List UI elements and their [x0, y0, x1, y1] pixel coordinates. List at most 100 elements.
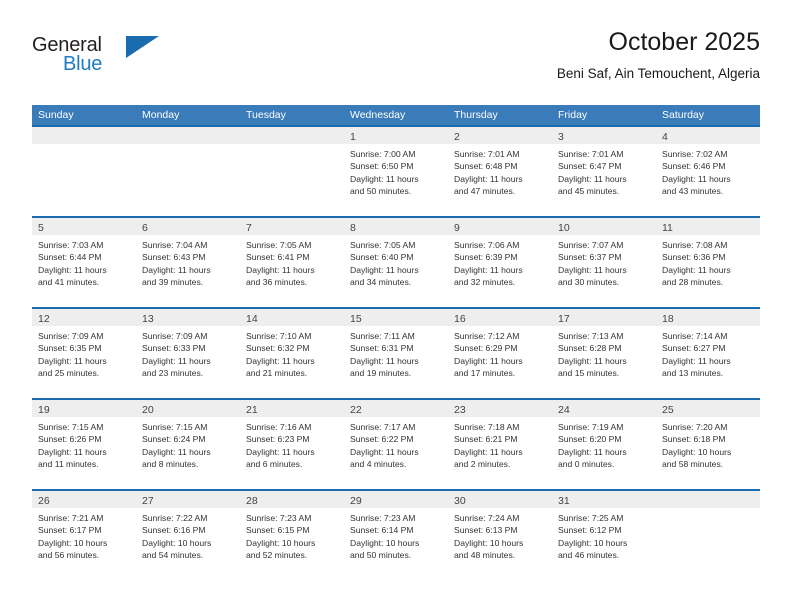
day-detail-line: and 39 minutes. [142, 277, 204, 288]
day-number-band: 29 [344, 491, 448, 508]
day-number-band: 17 [552, 309, 656, 326]
calendar-day-cell[interactable]: 26 Sunrise: 7:21 AM Sunset: 6:17 PM Dayligh… [32, 491, 136, 579]
calendar-day-cell[interactable]: 10 Sunrise: 7:07 AM Sunset: 6:37 PM Dayligh… [552, 218, 656, 307]
day-detail-line: Sunset: 6:36 PM [662, 252, 726, 263]
day-detail-text: Sunrise: 7:08 AM Sunset: 6:36 PM Daylight:… [656, 235, 760, 289]
day-detail-line: Sunset: 6:47 PM [558, 161, 622, 172]
day-detail-line: Daylight: 11 hours [350, 264, 419, 275]
calendar-day-cell[interactable]: 3 Sunrise: 7:01 AM Sunset: 6:47 PM Daylight… [552, 127, 656, 216]
day-detail-line: Daylight: 11 hours [350, 446, 419, 457]
day-detail-line: Daylight: 10 hours [38, 537, 108, 548]
day-number-band [240, 127, 344, 144]
calendar-day-cell[interactable]: 31 Sunrise: 7:25 AM Sunset: 6:12 PM Dayligh… [552, 491, 656, 579]
day-number: 1 [350, 131, 356, 143]
day-detail-text: Sunrise: 7:16 AM Sunset: 6:23 PM Daylight:… [240, 417, 344, 471]
day-number: 13 [142, 313, 154, 325]
calendar-day-cell[interactable]: 19 Sunrise: 7:15 AM Sunset: 6:26 PM Dayligh… [32, 400, 136, 489]
day-number: 7 [246, 222, 252, 234]
day-detail-line: and 2 minutes. [454, 459, 511, 470]
calendar-day-cell[interactable]: 8 Sunrise: 7:05 AM Sunset: 6:40 PM Daylight… [344, 218, 448, 307]
calendar-day-cell[interactable]: 2 Sunrise: 7:01 AM Sunset: 6:48 PM Daylight… [448, 127, 552, 216]
day-number-band: 7 [240, 218, 344, 235]
triangle-icon [126, 36, 159, 58]
day-detail-line: and 4 minutes. [350, 459, 407, 470]
day-number-band: 3 [552, 127, 656, 144]
day-number-band [136, 127, 240, 144]
weekday-header-tuesday: Tuesday [246, 109, 286, 121]
calendar-day-cell[interactable]: 28 Sunrise: 7:23 AM Sunset: 6:15 PM Dayligh… [240, 491, 344, 579]
calendar-day-cell[interactable]: 27 Sunrise: 7:22 AM Sunset: 6:16 PM Dayligh… [136, 491, 240, 579]
day-detail-line: Daylight: 10 hours [142, 537, 212, 548]
day-detail-line: and 0 minutes. [558, 459, 615, 470]
day-detail-line: Sunset: 6:33 PM [142, 343, 206, 354]
day-detail-text: Sunrise: 7:03 AM Sunset: 6:44 PM Daylight:… [32, 235, 136, 289]
calendar-day-cell[interactable]: 15 Sunrise: 7:11 AM Sunset: 6:31 PM Dayligh… [344, 309, 448, 398]
day-detail-line: Sunset: 6:44 PM [38, 252, 102, 263]
day-detail-line: and 13 minutes. [662, 368, 724, 379]
day-detail-line: and 34 minutes. [350, 277, 412, 288]
calendar-day-cell[interactable]: 16 Sunrise: 7:12 AM Sunset: 6:29 PM Dayligh… [448, 309, 552, 398]
day-number: 16 [454, 313, 466, 325]
day-number: 21 [246, 404, 258, 416]
day-detail-line: and 32 minutes. [454, 277, 516, 288]
day-number: 9 [454, 222, 460, 234]
day-number: 25 [662, 404, 674, 416]
day-detail-line: Sunrise: 7:15 AM [142, 422, 208, 432]
day-detail-text: Sunrise: 7:15 AM Sunset: 6:26 PM Daylight:… [32, 417, 136, 471]
day-detail-line: Sunset: 6:22 PM [350, 434, 414, 445]
calendar-day-cell[interactable]: 6 Sunrise: 7:04 AM Sunset: 6:43 PM Daylight… [136, 218, 240, 307]
day-number-band: 14 [240, 309, 344, 326]
day-detail-line: Sunset: 6:39 PM [454, 252, 518, 263]
calendar-week-row: 1 Sunrise: 7:00 AM Sunset: 6:50 PM Daylight… [32, 125, 760, 216]
calendar-week-row: 5 Sunrise: 7:03 AM Sunset: 6:44 PM Daylight… [32, 216, 760, 307]
calendar-day-cell[interactable]: 21 Sunrise: 7:16 AM Sunset: 6:23 PM Dayligh… [240, 400, 344, 489]
day-number-band: 23 [448, 400, 552, 417]
calendar-day-cell[interactable]: 4 Sunrise: 7:02 AM Sunset: 6:46 PM Daylight… [656, 127, 760, 216]
calendar-day-cell[interactable]: 12 Sunrise: 7:09 AM Sunset: 6:35 PM Dayligh… [32, 309, 136, 398]
weekday-header-row: Sunday Monday Tuesday Wednesday Thursday Frid… [32, 105, 760, 125]
day-detail-line: Sunset: 6:21 PM [454, 434, 518, 445]
day-detail-line: Sunrise: 7:19 AM [558, 422, 624, 432]
calendar-day-cell[interactable]: 11 Sunrise: 7:08 AM Sunset: 6:36 PM Dayligh… [656, 218, 760, 307]
calendar-day-cell[interactable]: 9 Sunrise: 7:06 AM Sunset: 6:39 PM Daylight… [448, 218, 552, 307]
day-detail-line: Sunrise: 7:01 AM [454, 149, 520, 159]
day-detail-line: Sunrise: 7:11 AM [350, 331, 415, 341]
day-detail-line: and 23 minutes. [142, 368, 204, 379]
day-detail-line: Sunset: 6:17 PM [38, 525, 102, 536]
day-detail-line: Sunrise: 7:17 AM [350, 422, 416, 432]
day-number: 2 [454, 131, 460, 143]
day-number: 23 [454, 404, 466, 416]
calendar-day-cell[interactable]: 1 Sunrise: 7:00 AM Sunset: 6:50 PM Daylight… [344, 127, 448, 216]
calendar-day-cell[interactable]: 18 Sunrise: 7:14 AM Sunset: 6:27 PM Dayligh… [656, 309, 760, 398]
calendar-day-cell[interactable]: 7 Sunrise: 7:05 AM Sunset: 6:41 PM Daylight… [240, 218, 344, 307]
calendar-day-cell[interactable]: 30 Sunrise: 7:24 AM Sunset: 6:13 PM Dayligh… [448, 491, 552, 579]
day-detail-line: Sunrise: 7:00 AM [350, 149, 416, 159]
day-detail-line: Daylight: 11 hours [662, 173, 731, 184]
day-detail-line: Sunrise: 7:15 AM [38, 422, 104, 432]
day-detail-text: Sunrise: 7:21 AM Sunset: 6:17 PM Daylight:… [32, 508, 136, 562]
day-detail-line: Sunrise: 7:05 AM [246, 240, 312, 250]
calendar-day-cell[interactable]: 23 Sunrise: 7:18 AM Sunset: 6:21 PM Dayligh… [448, 400, 552, 489]
day-number: 15 [350, 313, 362, 325]
day-detail-text [32, 144, 136, 148]
day-detail-text: Sunrise: 7:05 AM Sunset: 6:40 PM Daylight:… [344, 235, 448, 289]
calendar-day-cell[interactable]: 17 Sunrise: 7:13 AM Sunset: 6:28 PM Dayligh… [552, 309, 656, 398]
day-detail-text: Sunrise: 7:14 AM Sunset: 6:27 PM Daylight:… [656, 326, 760, 380]
day-detail-line: and 41 minutes. [38, 277, 100, 288]
day-detail-line: Sunrise: 7:16 AM [246, 422, 312, 432]
calendar-day-cell[interactable]: 14 Sunrise: 7:10 AM Sunset: 6:32 PM Dayligh… [240, 309, 344, 398]
day-detail-line: Daylight: 10 hours [662, 446, 732, 457]
day-detail-line: and 48 minutes. [454, 550, 516, 561]
day-detail-text: Sunrise: 7:17 AM Sunset: 6:22 PM Daylight:… [344, 417, 448, 471]
calendar-day-cell[interactable]: 5 Sunrise: 7:03 AM Sunset: 6:44 PM Daylight… [32, 218, 136, 307]
day-detail-line: Sunset: 6:43 PM [142, 252, 206, 263]
calendar-day-cell[interactable]: 13 Sunrise: 7:09 AM Sunset: 6:33 PM Dayligh… [136, 309, 240, 398]
day-detail-text: Sunrise: 7:13 AM Sunset: 6:28 PM Daylight:… [552, 326, 656, 380]
calendar-day-cell[interactable]: 25 Sunrise: 7:20 AM Sunset: 6:18 PM Dayligh… [656, 400, 760, 489]
day-detail-line: Sunset: 6:50 PM [350, 161, 414, 172]
day-detail-line: Sunrise: 7:07 AM [558, 240, 624, 250]
calendar-day-cell[interactable]: 29 Sunrise: 7:23 AM Sunset: 6:14 PM Dayligh… [344, 491, 448, 579]
calendar-day-cell[interactable]: 22 Sunrise: 7:17 AM Sunset: 6:22 PM Dayligh… [344, 400, 448, 489]
calendar-day-cell[interactable]: 20 Sunrise: 7:15 AM Sunset: 6:24 PM Dayligh… [136, 400, 240, 489]
calendar-day-cell[interactable]: 24 Sunrise: 7:19 AM Sunset: 6:20 PM Dayligh… [552, 400, 656, 489]
